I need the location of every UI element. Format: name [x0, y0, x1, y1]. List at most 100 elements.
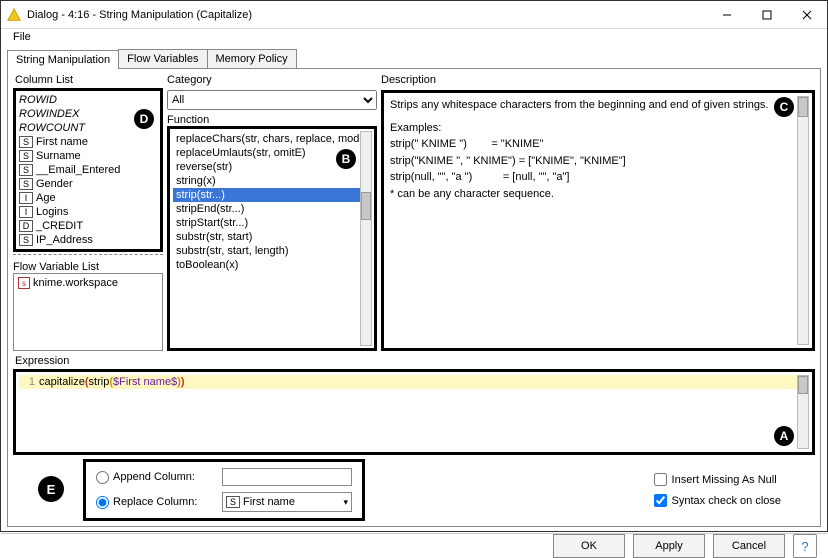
- tab-panel: Column List D ROWID ROWINDEX ROWCOUNT Fi…: [7, 69, 821, 527]
- top-grid: Column List D ROWID ROWINDEX ROWCOUNT Fi…: [13, 74, 815, 351]
- expression-line[interactable]: 1capitalize(strip($First name$)): [19, 375, 809, 389]
- column-item[interactable]: Logins: [16, 205, 160, 219]
- column-name: Age: [36, 192, 56, 204]
- column-name: Gender: [36, 178, 73, 190]
- chevron-down-icon: ▾: [343, 497, 348, 508]
- dialog-body: String Manipulation Flow Variables Memor…: [1, 45, 827, 533]
- type-icon: [19, 136, 33, 148]
- append-column-field[interactable]: [222, 468, 352, 486]
- category-label: Category: [167, 74, 377, 86]
- function-item[interactable]: stripStart(str...): [173, 216, 360, 230]
- syntax-check-check[interactable]: [654, 494, 667, 507]
- function-item[interactable]: replaceChars(str, chars, replace, modifi…: [173, 132, 360, 146]
- badge-b: B: [336, 149, 356, 169]
- append-column-radio-label[interactable]: Append Column:: [96, 471, 216, 484]
- tab-flow-variables[interactable]: Flow Variables: [118, 49, 207, 68]
- expression-scrollbar[interactable]: [797, 375, 809, 449]
- append-column-row: Append Column:: [96, 468, 352, 486]
- replace-column-radio-label[interactable]: Replace Column:: [96, 496, 216, 509]
- help-button[interactable]: ?: [793, 534, 817, 558]
- apply-button[interactable]: Apply: [633, 534, 705, 558]
- type-icon: [19, 220, 33, 232]
- column-item[interactable]: _CREDIT: [16, 219, 160, 233]
- close-button[interactable]: [787, 1, 827, 29]
- description-scrollbar[interactable]: [797, 96, 809, 345]
- replace-column-select[interactable]: First name ▾: [222, 492, 352, 512]
- tab-string-manipulation[interactable]: String Manipulation: [7, 50, 119, 69]
- column-rowid[interactable]: ROWID: [16, 93, 160, 107]
- column-name: First name: [36, 136, 88, 148]
- scroll-thumb[interactable]: [361, 192, 371, 220]
- scroll-thumb[interactable]: [798, 376, 808, 394]
- function-item[interactable]: replaceUmlauts(str, omitE): [173, 146, 360, 160]
- desc-example: strip("KNIME ", " KNIME") = ["KNIME", "K…: [390, 153, 794, 170]
- flow-variable-section: Flow Variable List s knime.workspace: [13, 261, 163, 351]
- function-item[interactable]: substr(str, start, length): [173, 244, 360, 258]
- file-menu[interactable]: File: [7, 29, 37, 45]
- expression-section: Expression A 1capitalize(strip($First na…: [13, 355, 815, 455]
- description-box: C Strips any whitespace characters from …: [381, 90, 815, 351]
- window-buttons: [707, 1, 827, 29]
- desc-examples-header: Examples:: [390, 120, 794, 137]
- desc-note: * can be any character sequence.: [390, 186, 794, 203]
- type-icon: [19, 192, 33, 204]
- cancel-button[interactable]: Cancel: [713, 534, 785, 558]
- function-item[interactable]: toBoolean(x): [173, 258, 360, 272]
- type-icon: [19, 150, 33, 162]
- badge-a: A: [774, 426, 794, 446]
- desc-example: strip(" KNIME ") = "KNIME": [390, 136, 794, 153]
- function-scrollbar[interactable]: [360, 131, 372, 346]
- divider: [13, 254, 163, 255]
- type-icon: [19, 178, 33, 190]
- column-list-label: Column List: [15, 74, 163, 86]
- category-select[interactable]: All: [167, 90, 377, 110]
- string-var-icon: s: [18, 277, 30, 289]
- function-label: Function: [167, 114, 377, 126]
- replace-column-radio[interactable]: [96, 496, 109, 509]
- column-item[interactable]: First name: [16, 135, 160, 149]
- function-item[interactable]: substr(str, start): [173, 230, 360, 244]
- type-icon: [19, 234, 33, 246]
- column-name: _CREDIT: [36, 220, 83, 232]
- insert-missing-check[interactable]: [654, 473, 667, 486]
- column-list[interactable]: D ROWID ROWINDEX ROWCOUNT First nameSurn…: [13, 88, 163, 252]
- flow-variable-item[interactable]: s knime.workspace: [16, 276, 160, 290]
- output-column-box: E Append Column: Replace Column: First n…: [83, 459, 365, 521]
- type-icon: [19, 206, 33, 218]
- append-column-radio[interactable]: [96, 471, 109, 484]
- flow-variable-label: Flow Variable List: [13, 261, 163, 273]
- function-item[interactable]: reverse(str): [173, 160, 360, 174]
- column-item[interactable]: Age: [16, 191, 160, 205]
- function-item[interactable]: strip(str...): [173, 188, 360, 202]
- description-label: Description: [381, 74, 815, 86]
- desc-line: Strips any whitespace characters from th…: [390, 97, 794, 114]
- badge-e: E: [38, 476, 64, 502]
- flow-variable-list[interactable]: s knime.workspace: [13, 273, 163, 351]
- badge-d: D: [134, 109, 154, 129]
- insert-missing-checkbox[interactable]: Insert Missing As Null: [654, 473, 781, 486]
- tab-memory-policy[interactable]: Memory Policy: [207, 49, 297, 68]
- right-options: Insert Missing As Null Syntax check on c…: [654, 473, 781, 507]
- line-number: 1: [21, 376, 35, 388]
- type-icon: [226, 496, 240, 508]
- expression-editor[interactable]: A 1capitalize(strip($First name$)): [13, 369, 815, 455]
- column-item[interactable]: Surname: [16, 149, 160, 163]
- output-row: E Append Column: Replace Column: First n…: [13, 459, 815, 521]
- column-item[interactable]: __Email_Entered: [16, 163, 160, 177]
- column-list-section: Column List D ROWID ROWINDEX ROWCOUNT Fi…: [13, 74, 163, 257]
- ok-button[interactable]: OK: [553, 534, 625, 558]
- window-title: Dialog - 4:16 - String Manipulation (Cap…: [27, 9, 707, 21]
- function-list[interactable]: B replaceChars(str, chars, replace, modi…: [167, 126, 377, 351]
- badge-c: C: [774, 97, 794, 117]
- function-item[interactable]: string(x): [173, 174, 360, 188]
- function-item[interactable]: stripEnd(str...): [173, 202, 360, 216]
- scroll-thumb[interactable]: [798, 97, 808, 117]
- column-item[interactable]: Gender: [16, 177, 160, 191]
- minimize-button[interactable]: [707, 1, 747, 29]
- category-select-wrap: All: [167, 90, 377, 110]
- syntax-check-checkbox[interactable]: Syntax check on close: [654, 494, 781, 507]
- column-name: __Email_Entered: [36, 164, 120, 176]
- maximize-button[interactable]: [747, 1, 787, 29]
- column-item[interactable]: IP_Address: [16, 233, 160, 247]
- flow-variable-name: knime.workspace: [33, 277, 118, 289]
